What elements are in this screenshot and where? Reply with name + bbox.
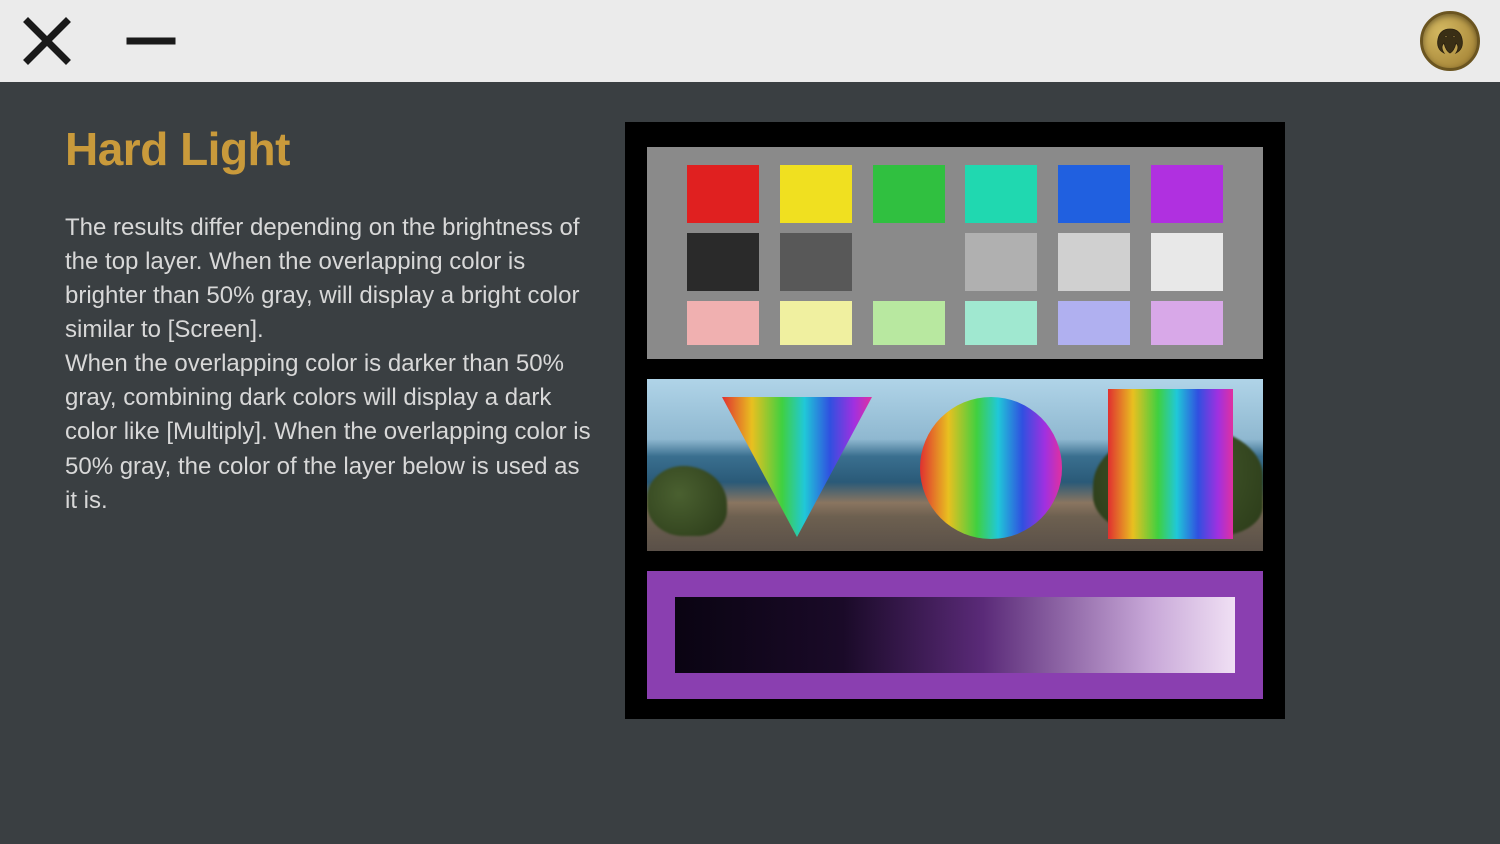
swatch-gray-4 [965, 233, 1037, 291]
swatch-row-pastels [687, 301, 1223, 345]
swatch-green [873, 165, 945, 223]
body-text: The results differ depending on the brig… [65, 211, 595, 518]
content-area: Hard Light The results differ depending … [0, 82, 1500, 844]
swatch-pastel-6 [1151, 301, 1223, 345]
swatch-purple [1151, 165, 1223, 223]
minimize-button[interactable] [124, 14, 178, 68]
swatch-blue [1058, 165, 1130, 223]
app-logo [1420, 11, 1480, 71]
minimize-icon [124, 14, 178, 68]
swatch-row-colors [687, 165, 1223, 223]
close-icon [20, 14, 74, 68]
swatch-gray-3 [873, 233, 945, 291]
swatch-gray-5 [1058, 233, 1130, 291]
window-controls [20, 14, 178, 68]
rainbow-rectangle [1108, 389, 1233, 539]
swatch-teal [965, 165, 1037, 223]
swatch-yellow [780, 165, 852, 223]
demo-frame [625, 122, 1285, 719]
page-title: Hard Light [65, 122, 595, 176]
close-button[interactable] [20, 14, 74, 68]
swatch-panel [647, 147, 1263, 359]
text-column: Hard Light The results differ depending … [65, 122, 595, 804]
swatch-pastel-5 [1058, 301, 1130, 345]
swatch-gray-1 [687, 233, 759, 291]
swatch-pastel-1 [687, 301, 759, 345]
scene-panel [647, 379, 1263, 551]
swatch-gray-6 [1151, 233, 1223, 291]
swatch-pastel-2 [780, 301, 852, 345]
swatch-gray-2 [780, 233, 852, 291]
swatch-pastel-4 [965, 301, 1037, 345]
gradient-bar [675, 597, 1235, 673]
title-bar [0, 0, 1500, 82]
rainbow-circle [920, 397, 1062, 539]
swatch-pastel-3 [873, 301, 945, 345]
swatch-red [687, 165, 759, 223]
gradient-panel [647, 571, 1263, 699]
swatch-row-grays [687, 233, 1223, 291]
logo-icon [1430, 21, 1470, 61]
demo-column [625, 122, 1450, 804]
